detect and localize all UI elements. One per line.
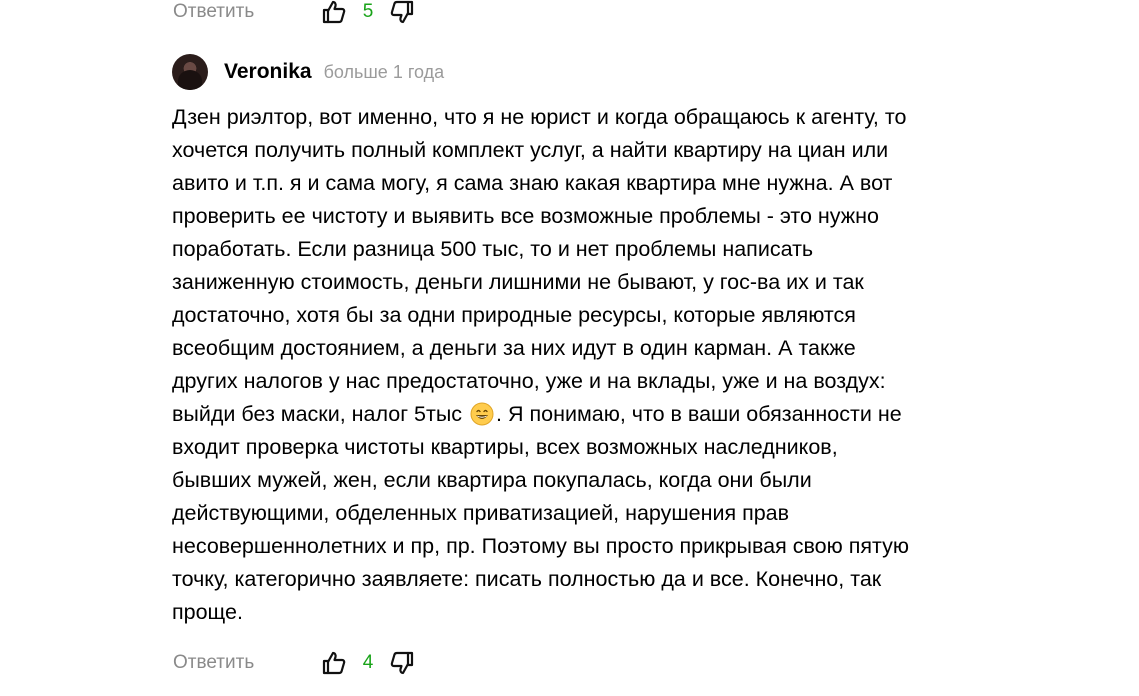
comment-line: поработать. Если разница 500 тыс, то и н… bbox=[172, 237, 814, 261]
thumbs-up-icon[interactable] bbox=[321, 0, 347, 25]
likes-count: 5 bbox=[362, 1, 374, 22]
grinning-face-emoji-icon bbox=[470, 402, 494, 426]
comment-line: других налогов у нас предостаточно, уже … bbox=[172, 369, 886, 393]
comment-line: проверить ее чистоту и выявить все возмо… bbox=[172, 204, 880, 228]
author-name[interactable]: Veronika bbox=[224, 60, 312, 84]
prev-comment-actions: Ответить 5 bbox=[173, 0, 415, 26]
comment-actions: Ответить 4 bbox=[173, 649, 415, 677]
comment-line: авито и т.п. я и сама могу, я сама знаю … bbox=[172, 171, 893, 195]
comment-line: несовершеннолетних и пр, пр. Поэтому вы … bbox=[172, 534, 909, 558]
comment-line-part: . Я понимаю, что в ваши обязанности не bbox=[496, 402, 902, 426]
thumbs-up-icon[interactable] bbox=[321, 650, 347, 676]
reply-button[interactable]: Ответить bbox=[173, 652, 321, 674]
thumbs-down-icon[interactable] bbox=[389, 0, 415, 25]
comment-line: заниженную стоимость, деньги лишними не … bbox=[172, 270, 864, 294]
likes-count: 4 bbox=[362, 652, 374, 673]
comment-line: входит проверка чистоты квартиры, всех в… bbox=[172, 435, 838, 459]
comment-line: точку, категорично заявляете: писать пол… bbox=[172, 567, 882, 591]
comment-text: Дзен риэлтор, вот именно, что я не юрист… bbox=[172, 101, 1012, 629]
comment-line: Дзен риэлтор, вот именно, что я не юрист… bbox=[172, 105, 907, 129]
thumbs-down-icon[interactable] bbox=[389, 650, 415, 676]
reply-button[interactable]: Ответить bbox=[173, 1, 321, 23]
comment-line-with-emoji: выйди без маски, налог 5тыс . Я понимаю,… bbox=[172, 398, 1012, 431]
comment-line: всеобщим достоянием, а деньги за них иду… bbox=[172, 336, 856, 360]
avatar[interactable] bbox=[172, 54, 208, 90]
comment-line: проще. bbox=[172, 600, 243, 624]
comment-line: достаточно, хотя бы за одни природные ре… bbox=[172, 303, 856, 327]
comment-line-part: выйди без маски, налог 5тыс bbox=[172, 402, 463, 426]
comment-header: Veronika больше 1 года bbox=[172, 54, 444, 90]
comment-line: бывших мужей, жен, если квартира покупал… bbox=[172, 468, 812, 492]
comment-line: хочется получить полный комплект услуг, … bbox=[172, 138, 889, 162]
comment-line: действующими, обделенных приватизацией, … bbox=[172, 501, 790, 525]
comment-time: больше 1 года bbox=[323, 61, 445, 82]
